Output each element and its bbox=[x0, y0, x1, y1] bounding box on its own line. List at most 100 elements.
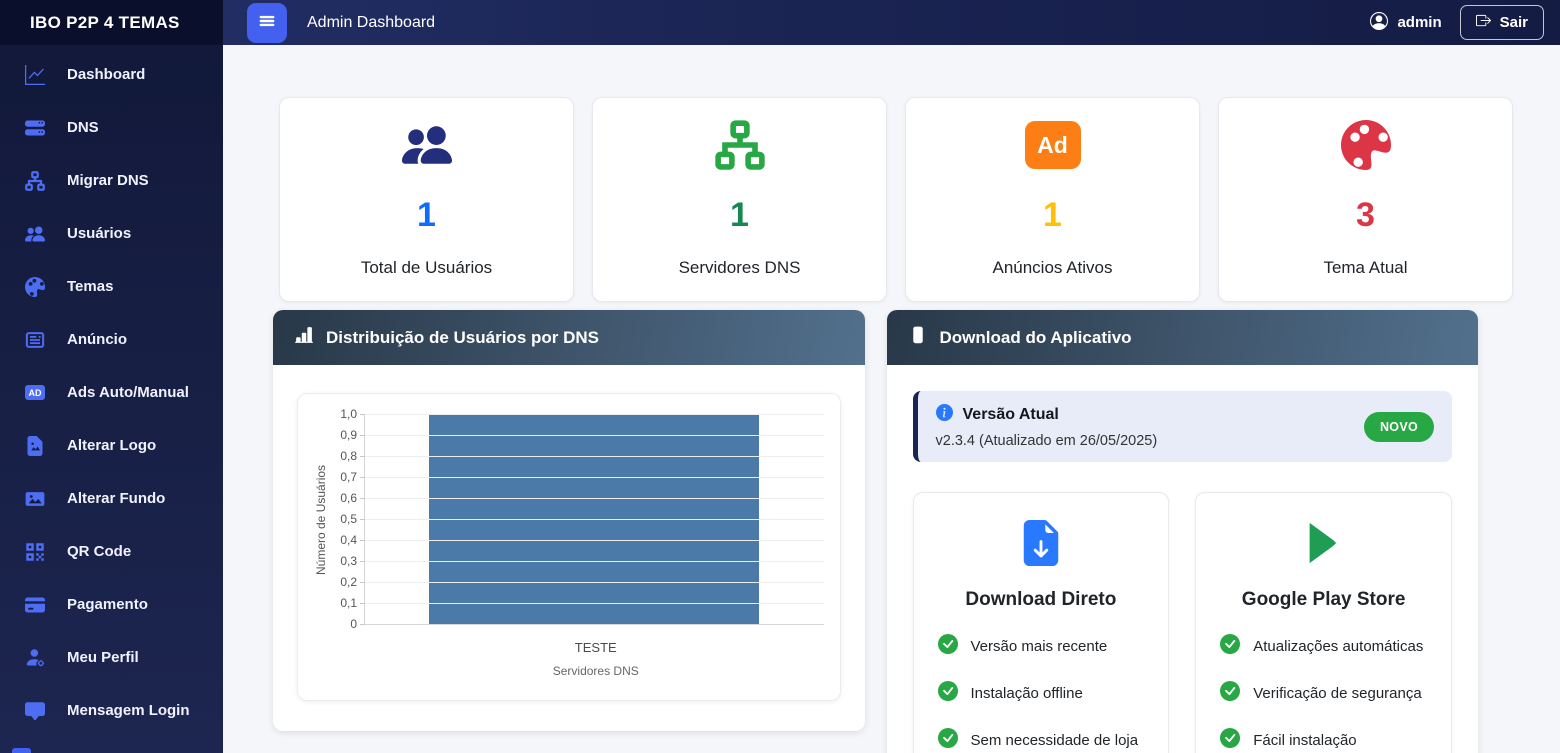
feature-item: Instalação offline bbox=[938, 681, 1145, 705]
ad-badge-icon: Ad bbox=[1025, 119, 1081, 171]
sidebar-item-anuncio[interactable]: Anúncio bbox=[0, 313, 223, 366]
check-circle-icon bbox=[1220, 634, 1240, 658]
topbar: Admin Dashboard admin Sair bbox=[223, 0, 1560, 45]
sidebar-item-label: QR Code bbox=[67, 543, 131, 560]
sidebar-item-qr-code[interactable]: QR Code bbox=[0, 525, 223, 578]
check-circle-icon bbox=[1220, 681, 1240, 705]
chart-category-label: TESTE bbox=[368, 640, 824, 655]
hamburger-icon bbox=[258, 12, 276, 33]
person-circle-icon bbox=[1370, 12, 1388, 34]
sidebar-item-partial-icon[interactable] bbox=[12, 748, 31, 753]
chart-x-axis: TESTE Servidores DNS bbox=[368, 640, 824, 678]
download-panel: Download do Aplicativo Versão Atual v2.3… bbox=[887, 310, 1479, 753]
brand: IBO P2P 4 TEMAS bbox=[0, 0, 223, 45]
chat-icon bbox=[25, 701, 45, 721]
sidebar-item-mensagem-login[interactable]: Mensagem Login bbox=[0, 684, 223, 737]
feature-item: Fácil instalação bbox=[1220, 728, 1427, 752]
feature-item: Verificação de segurança bbox=[1220, 681, 1427, 705]
newspaper-icon bbox=[25, 330, 45, 350]
main-content: 1 Total de Usuários 1 Servidores DNS Ad … bbox=[223, 45, 1560, 753]
download-direct-card[interactable]: Download Direto Versão mais recente Inst… bbox=[913, 492, 1170, 753]
check-circle-icon bbox=[938, 728, 958, 752]
stat-label: Tema Atual bbox=[1323, 258, 1407, 278]
palette-icon bbox=[25, 277, 45, 297]
stat-value: 3 bbox=[1356, 198, 1375, 232]
chart-y-axis-label: Número de Usuários bbox=[314, 414, 328, 625]
stat-card-total-usuarios: 1 Total de Usuários bbox=[279, 97, 574, 302]
ad-badge-icon: AD bbox=[25, 383, 45, 403]
chart-bar bbox=[429, 415, 759, 625]
stat-label: Anúncios Ativos bbox=[992, 258, 1112, 278]
novo-badge: NOVO bbox=[1364, 412, 1434, 442]
network-diagram-icon bbox=[25, 171, 45, 191]
file-download-icon bbox=[938, 519, 1145, 567]
chart: Número de Usuários 1,00,90,80,70,60,50,4… bbox=[314, 414, 824, 625]
version-alert-title: Versão Atual bbox=[963, 406, 1059, 424]
box-arrow-right-icon bbox=[1476, 13, 1491, 32]
sidebar: IBO P2P 4 TEMAS Dashboard DNS Migrar DNS bbox=[0, 0, 223, 753]
check-circle-icon bbox=[1220, 728, 1240, 752]
sidebar-item-label: Temas bbox=[67, 278, 113, 295]
sidebar-item-label: Dashboard bbox=[67, 66, 145, 83]
sidebar-item-ads-auto-manual[interactable]: AD Ads Auto/Manual bbox=[0, 366, 223, 419]
stat-card-anuncios-ativos: Ad 1 Anúncios Ativos bbox=[905, 97, 1200, 302]
stats-row: 1 Total de Usuários 1 Servidores DNS Ad … bbox=[279, 97, 1513, 302]
username: admin bbox=[1397, 14, 1441, 31]
sidebar-item-temas[interactable]: Temas bbox=[0, 260, 223, 313]
sidebar-item-migrar-dns[interactable]: Migrar DNS bbox=[0, 154, 223, 207]
image-icon bbox=[25, 489, 45, 509]
credit-card-icon bbox=[25, 595, 45, 615]
stat-label: Servidores DNS bbox=[679, 258, 801, 278]
chart-card: Número de Usuários 1,00,90,80,70,60,50,4… bbox=[297, 393, 841, 701]
sidebar-item-label: Alterar Fundo bbox=[67, 490, 165, 507]
logout-label: Sair bbox=[1500, 14, 1528, 31]
version-detail: v2.3.4 (Atualizado em 26/05/2025) bbox=[936, 433, 1364, 449]
sidebar-item-pagamento[interactable]: Pagamento bbox=[0, 578, 223, 631]
sidebar-item-label: Anúncio bbox=[67, 331, 127, 348]
sidebar-item-dashboard[interactable]: Dashboard bbox=[0, 48, 223, 101]
stat-card-servidores-dns: 1 Servidores DNS bbox=[592, 97, 887, 302]
sidebar-item-dns[interactable]: DNS bbox=[0, 101, 223, 154]
chart-plot bbox=[364, 414, 824, 625]
download-panel-header: Download do Aplicativo bbox=[887, 310, 1479, 365]
stat-value: 1 bbox=[417, 198, 436, 232]
graph-up-icon bbox=[25, 65, 45, 85]
feature-item: Atualizações automáticas bbox=[1220, 634, 1427, 658]
stat-value: 1 bbox=[730, 198, 749, 232]
chart-y-axis: 1,00,90,80,70,60,50,40,30,20,10 bbox=[328, 414, 364, 625]
sidebar-item-alterar-logo[interactable]: Alterar Logo bbox=[0, 419, 223, 472]
google-play-icon bbox=[1220, 519, 1427, 567]
sidebar-item-label: Mensagem Login bbox=[67, 702, 190, 719]
check-circle-icon bbox=[938, 634, 958, 658]
palette-icon bbox=[1338, 119, 1394, 171]
google-play-card[interactable]: Google Play Store Atualizações automátic… bbox=[1195, 492, 1452, 753]
chart-panel-title: Distribuição de Usuários por DNS bbox=[326, 328, 599, 348]
download-direct-title: Download Direto bbox=[938, 589, 1145, 611]
page-title: Admin Dashboard bbox=[307, 14, 435, 32]
sidebar-item-label: Alterar Logo bbox=[67, 437, 156, 454]
check-circle-icon bbox=[938, 681, 958, 705]
sidebar-item-usuarios[interactable]: Usuários bbox=[0, 207, 223, 260]
feature-item: Versão mais recente bbox=[938, 634, 1145, 658]
chart-panel: Distribuição de Usuários por DNS Número … bbox=[273, 310, 865, 731]
menu-toggle-button[interactable] bbox=[247, 3, 287, 43]
version-alert-text: Versão Atual v2.3.4 (Atualizado em 26/05… bbox=[936, 404, 1364, 449]
users-icon bbox=[399, 119, 455, 171]
logout-button[interactable]: Sair bbox=[1460, 5, 1544, 40]
sidebar-item-label: Meu Perfil bbox=[67, 649, 139, 666]
chart-panel-body: Número de Usuários 1,00,90,80,70,60,50,4… bbox=[273, 365, 865, 731]
user-menu[interactable]: admin bbox=[1370, 12, 1441, 34]
google-play-title: Google Play Store bbox=[1220, 589, 1427, 611]
sidebar-item-label: Pagamento bbox=[67, 596, 148, 613]
brand-text: IBO P2P 4 TEMAS bbox=[30, 13, 180, 33]
file-image-icon bbox=[25, 436, 45, 456]
bar-chart-icon bbox=[295, 326, 313, 349]
server-stack-icon bbox=[25, 118, 45, 138]
version-alert: Versão Atual v2.3.4 (Atualizado em 26/05… bbox=[913, 391, 1453, 462]
stat-value: 1 bbox=[1043, 198, 1062, 232]
sidebar-nav: Dashboard DNS Migrar DNS Usuários Temas bbox=[0, 45, 223, 737]
sidebar-item-label: Migrar DNS bbox=[67, 172, 149, 189]
topbar-right: admin Sair bbox=[1370, 5, 1544, 40]
sidebar-item-alterar-fundo[interactable]: Alterar Fundo bbox=[0, 472, 223, 525]
sidebar-item-meu-perfil[interactable]: Meu Perfil bbox=[0, 631, 223, 684]
